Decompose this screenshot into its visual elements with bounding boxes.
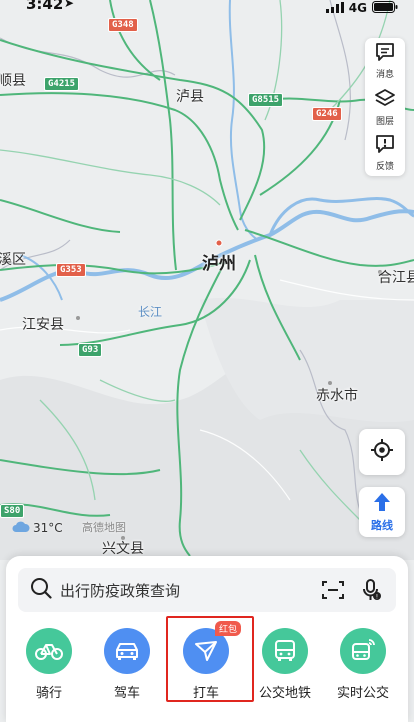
red-packet-badge: 红包 [215, 621, 242, 636]
weather-widget[interactable]: 31°C [12, 518, 63, 537]
microphone-icon: ! [363, 579, 381, 601]
search-input[interactable]: 出行防疫政策查询 [60, 580, 322, 601]
message-icon [375, 42, 395, 65]
quick-action-label: 公交地铁 [258, 686, 311, 701]
temperature: 31°C [33, 520, 63, 535]
feedback-button[interactable]: 反馈 [365, 130, 405, 176]
quick-action-realtime-bus[interactable]: 实时公交 [324, 628, 402, 701]
layers-label: 图层 [375, 116, 394, 127]
message-button[interactable]: 消息 [365, 38, 405, 84]
car-icon [104, 628, 150, 674]
quick-action-bus-subway[interactable]: 公交地铁 [246, 628, 324, 701]
quick-action-label: 打车 [192, 686, 219, 701]
map-toolbar: 消息 图层 反馈 [365, 38, 405, 176]
map-watermark: 高德地图 [82, 521, 126, 534]
layers-button[interactable]: 图层 [365, 84, 405, 130]
road-shield-s80: S80 [0, 504, 25, 518]
voice-search-button[interactable]: ! [362, 579, 382, 601]
map-label-edge-w[interactable]: 溪区 [0, 249, 26, 269]
map-label-luzhou[interactable]: 泸州 [202, 249, 236, 274]
realtime-bus-icon [340, 628, 386, 674]
scan-icon [322, 581, 344, 599]
map-label-luxian[interactable]: 泸县 [176, 86, 204, 106]
locate-button[interactable] [359, 429, 405, 475]
map-label-chishui[interactable]: 赤水市 [316, 385, 358, 405]
road-shield-g93: G93 [78, 343, 103, 357]
road-shield-g246: G246 [312, 107, 342, 121]
battery-icon [372, 0, 398, 17]
quick-action-label: 驾车 [113, 686, 140, 701]
quick-action-label: 实时公交 [336, 686, 389, 701]
river-label-yangtze: 长江 [138, 305, 163, 319]
quick-action-taxi[interactable]: 红包 打车 [167, 621, 245, 701]
bicycle-icon [26, 628, 72, 674]
scan-button[interactable] [322, 580, 344, 600]
feedback-label: 反馈 [375, 161, 394, 172]
route-label: 路线 [371, 518, 393, 532]
road-shield-g348: G348 [108, 18, 138, 32]
svg-text:!: ! [376, 594, 378, 601]
road-shield-g8515: G8515 [248, 93, 284, 107]
crosshair-icon [370, 438, 394, 466]
bottom-panel: 出行防疫政策查询 ! 骑行 驾车 红包 打车 公交地铁 实时公交 [6, 556, 408, 722]
feedback-icon [375, 134, 395, 157]
bus-icon [262, 628, 308, 674]
search-bar[interactable]: 出行防疫政策查询 ! [18, 568, 396, 612]
map-label-xingwen[interactable]: 兴文县 [102, 538, 144, 558]
map-label-hejiang[interactable]: 合江县 [378, 267, 414, 287]
route-button[interactable]: 路线 [359, 487, 405, 537]
quick-action-label: 骑行 [35, 686, 62, 701]
signal-icon [325, 0, 344, 17]
quick-action-driving[interactable]: 驾车 [88, 628, 166, 701]
route-arrow-icon [373, 492, 391, 516]
cloud-icon [12, 518, 30, 537]
location-arrow-icon: ➤ [64, 0, 75, 10]
search-icon [30, 577, 52, 603]
network-type: 4G [348, 0, 367, 15]
message-label: 消息 [375, 69, 394, 80]
road-shield-g353: G353 [56, 263, 86, 277]
quick-action-cycling[interactable]: 骑行 [10, 628, 88, 701]
map-label-edge-nw[interactable]: 顺县 [0, 70, 26, 90]
status-time: 3:42 [26, 0, 64, 13]
status-bar: 3:42 ➤ 4G [0, 0, 414, 16]
layers-icon [374, 88, 396, 112]
road-shield-g4215: G4215 [44, 77, 80, 91]
map-label-jiangan[interactable]: 江安县 [22, 314, 64, 334]
quick-actions: 骑行 驾车 红包 打车 公交地铁 实时公交 [6, 616, 408, 708]
